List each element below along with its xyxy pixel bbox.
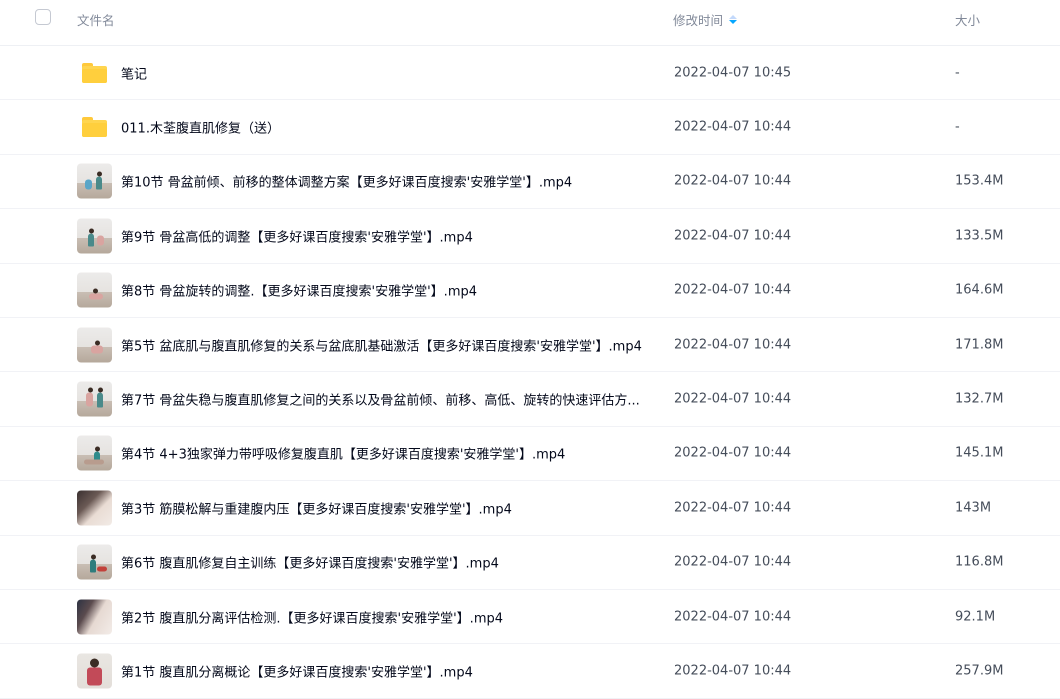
file-row-video[interactable]: 第7节 骨盆失稳与腹直肌修复之间的关系以及骨盆前倾、前移、高低、旋转的快速评估方… (0, 372, 1060, 427)
folder-icon (82, 62, 107, 83)
file-row-folder[interactable]: 笔记 2022-04-07 10:45 - (0, 46, 1060, 101)
video-thumbnail (77, 544, 112, 580)
file-time: 2022-04-07 10:44 (674, 500, 792, 516)
file-size: 132.7M (955, 391, 1004, 407)
video-thumbnail (77, 381, 112, 417)
file-name[interactable]: 第8节 骨盆旋转的调整.【更多好课百度搜索'安雅学堂'】.mp4 (121, 281, 477, 300)
file-time: 2022-04-07 10:44 (674, 282, 792, 298)
file-time: 2022-04-07 10:44 (674, 663, 792, 679)
video-thumbnail (77, 218, 112, 254)
file-row-video[interactable]: 第10节 骨盆前倾、前移的整体调整方案【更多好课百度搜索'安雅学堂'】.mp4 … (0, 155, 1060, 210)
file-time: 2022-04-07 10:44 (674, 554, 792, 570)
file-name[interactable]: 第7节 骨盆失稳与腹直肌修复之间的关系以及骨盆前倾、前移、高低、旋转的快速评估方… (121, 390, 640, 409)
file-size: 133.5M (955, 228, 1004, 244)
column-size-header[interactable]: 大小 (955, 10, 980, 29)
column-time-header[interactable]: 修改时间 (673, 10, 738, 29)
file-time: 2022-04-07 10:44 (674, 173, 792, 189)
video-thumbnail (77, 490, 112, 526)
file-name[interactable]: 第4节 4+3独家弹力带呼吸修复腹直肌【更多好课百度搜索'安雅学堂'】.mp4 (121, 444, 565, 463)
file-row-video[interactable]: 第4节 4+3独家弹力带呼吸修复腹直肌【更多好课百度搜索'安雅学堂'】.mp4 … (0, 427, 1060, 482)
column-name-header[interactable]: 文件名 (77, 10, 115, 29)
file-size: 171.8M (955, 337, 1004, 353)
video-thumbnail (77, 599, 112, 635)
video-thumbnail (77, 327, 112, 363)
file-time: 2022-04-07 10:44 (674, 119, 792, 135)
file-size: 164.6M (955, 282, 1004, 298)
file-row-folder[interactable]: 011.木荃腹直肌修复（送） 2022-04-07 10:44 - (0, 100, 1060, 155)
file-name[interactable]: 第6节 腹直肌修复自主训练【更多好课百度搜索'安雅学堂'】.mp4 (121, 553, 499, 572)
file-name[interactable]: 第2节 腹直肌分离评估检测.【更多好课百度搜索'安雅学堂'】.mp4 (121, 607, 503, 626)
file-name[interactable]: 第9节 骨盆高低的调整【更多好课百度搜索'安雅学堂'】.mp4 (121, 226, 473, 245)
sort-desc-icon[interactable] (729, 15, 738, 24)
file-row-video[interactable]: 第5节 盆底肌与腹直肌修复的关系与盆底肌基础激活【更多好课百度搜索'安雅学堂'】… (0, 318, 1060, 373)
file-name[interactable]: 011.木荃腹直肌修复（送） (121, 118, 280, 137)
file-size: 92.1M (955, 609, 996, 625)
file-time: 2022-04-07 10:44 (674, 445, 792, 461)
file-row-video[interactable]: 第9节 骨盆高低的调整【更多好课百度搜索'安雅学堂'】.mp4 2022-04-… (0, 209, 1060, 264)
file-time: 2022-04-07 10:44 (674, 609, 792, 625)
video-thumbnail (77, 163, 112, 199)
video-thumbnail (77, 272, 112, 308)
file-name[interactable]: 第10节 骨盆前倾、前移的整体调整方案【更多好课百度搜索'安雅学堂'】.mp4 (121, 172, 572, 191)
file-name[interactable]: 第1节 腹直肌分离概论【更多好课百度搜索'安雅学堂'】.mp4 (121, 661, 473, 680)
file-time: 2022-04-07 10:44 (674, 391, 792, 407)
file-size: 257.9M (955, 663, 1004, 679)
file-row-video[interactable]: 第2节 腹直肌分离评估检测.【更多好课百度搜索'安雅学堂'】.mp4 2022-… (0, 590, 1060, 645)
column-time-label: 修改时间 (673, 13, 724, 28)
file-list: 文件名 修改时间 大小 笔记 2022-04-07 10:45 - 011.木荃… (0, 0, 1060, 699)
file-time: 2022-04-07 10:45 (674, 65, 792, 81)
video-thumbnail (77, 653, 112, 689)
file-row-video[interactable]: 第1节 腹直肌分离概论【更多好课百度搜索'安雅学堂'】.mp4 2022-04-… (0, 644, 1060, 699)
file-row-video[interactable]: 第6节 腹直肌修复自主训练【更多好课百度搜索'安雅学堂'】.mp4 2022-0… (0, 536, 1060, 590)
file-list-header: 文件名 修改时间 大小 (0, 0, 1060, 46)
file-size: - (955, 65, 960, 81)
file-size: - (955, 119, 960, 135)
file-row-video[interactable]: 第3节 筋膜松解与重建腹内压【更多好课百度搜索'安雅学堂'】.mp4 2022-… (0, 481, 1060, 536)
folder-icon (82, 117, 107, 138)
file-size: 153.4M (955, 173, 1004, 189)
file-size: 143M (955, 500, 992, 516)
file-name[interactable]: 第5节 盆底肌与腹直肌修复的关系与盆底肌基础激活【更多好课百度搜索'安雅学堂'】… (121, 335, 642, 354)
file-time: 2022-04-07 10:44 (674, 337, 792, 353)
file-name[interactable]: 第3节 筋膜松解与重建腹内压【更多好课百度搜索'安雅学堂'】.mp4 (121, 498, 512, 517)
file-row-video[interactable]: 第8节 骨盆旋转的调整.【更多好课百度搜索'安雅学堂'】.mp4 2022-04… (0, 264, 1060, 318)
file-time: 2022-04-07 10:44 (674, 228, 792, 244)
video-thumbnail (77, 435, 112, 471)
file-size: 145.1M (955, 445, 1004, 461)
file-name[interactable]: 笔记 (121, 63, 147, 82)
file-size: 116.8M (955, 554, 1004, 570)
select-all-checkbox[interactable] (35, 9, 51, 25)
